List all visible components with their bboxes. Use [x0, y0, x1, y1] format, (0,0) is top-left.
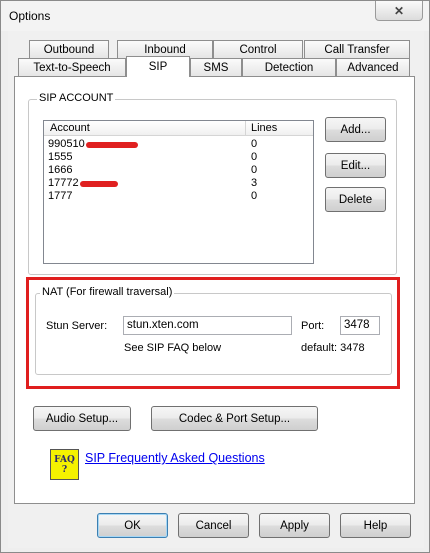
- lines-cell: 0: [251, 151, 258, 163]
- list-item[interactable]: 1666 0: [44, 164, 313, 177]
- edit-button[interactable]: Edit...: [325, 153, 386, 178]
- faq-icon[interactable]: FAQ ?: [50, 449, 79, 480]
- sip-account-group-label: SIP ACCOUNT: [37, 92, 116, 104]
- tab-label: SMS: [203, 62, 229, 74]
- tab-outbound[interactable]: Outbound: [29, 40, 109, 59]
- account-cell: 1777: [48, 190, 73, 202]
- lines-cell: 0: [251, 164, 258, 176]
- tab-label: Text-to-Speech: [33, 62, 111, 74]
- faq-icon-question-mark: ?: [61, 464, 68, 475]
- column-header-account[interactable]: Account: [44, 121, 246, 136]
- audio-setup-button[interactable]: Audio Setup...: [33, 406, 131, 431]
- list-header: Account Lines: [44, 121, 313, 136]
- add-button[interactable]: Add...: [325, 117, 386, 142]
- lines-cell: 0: [251, 190, 258, 202]
- tab-sip[interactable]: SIP: [126, 56, 190, 77]
- tab-advanced[interactable]: Advanced: [336, 58, 410, 77]
- tab-label: Advanced: [347, 62, 399, 74]
- redaction-mark: [80, 181, 118, 187]
- sip-account-list[interactable]: Account Lines 990510 0 1555 0 1666 0 177…: [43, 120, 314, 264]
- account-cell: 990510: [48, 138, 85, 150]
- button-label: Help: [363, 519, 388, 532]
- button-label: Cancel: [195, 519, 232, 532]
- account-cell: 1666: [48, 164, 73, 176]
- highlight-annotation: [26, 277, 400, 389]
- button-label: Audio Setup...: [45, 412, 119, 425]
- column-header-lines[interactable]: Lines: [247, 121, 309, 136]
- cancel-button[interactable]: Cancel: [178, 513, 249, 538]
- list-item[interactable]: 17772 3: [44, 177, 313, 190]
- button-label: Codec & Port Setup...: [178, 412, 291, 425]
- tab-label: Control: [239, 44, 277, 56]
- title-bar[interactable]: Options ✕: [1, 1, 429, 31]
- tab-detection[interactable]: Detection: [242, 58, 336, 77]
- tab-label: SIP: [148, 61, 168, 73]
- redaction-mark: [86, 142, 138, 148]
- tab-control[interactable]: Control: [213, 40, 303, 59]
- window-title: Options: [9, 9, 51, 23]
- close-icon: ✕: [393, 3, 405, 18]
- button-label: Delete: [338, 193, 373, 206]
- lines-cell: 3: [251, 177, 258, 189]
- tab-label: Inbound: [144, 44, 186, 56]
- sip-faq-link[interactable]: SIP Frequently Asked Questions: [85, 451, 265, 465]
- account-cell: 1555: [48, 151, 73, 163]
- account-cell: 17772: [48, 177, 79, 189]
- tab-text-to-speech[interactable]: Text-to-Speech: [18, 58, 126, 77]
- tab-label: Outbound: [43, 44, 95, 56]
- list-item[interactable]: 990510 0: [44, 138, 313, 151]
- button-label: Apply: [280, 519, 309, 532]
- list-item[interactable]: 1555 0: [44, 151, 313, 164]
- list-item[interactable]: 1777 0: [44, 190, 313, 203]
- faq-icon-text: FAQ: [54, 454, 75, 465]
- tab-call-transfer[interactable]: Call Transfer: [304, 40, 410, 59]
- button-label: Edit...: [340, 159, 371, 172]
- button-label: OK: [124, 519, 141, 532]
- delete-button[interactable]: Delete: [325, 187, 386, 212]
- button-label: Add...: [340, 123, 371, 136]
- close-button[interactable]: ✕: [375, 1, 423, 21]
- ok-button[interactable]: OK: [97, 513, 168, 538]
- codec-port-setup-button[interactable]: Codec & Port Setup...: [151, 406, 318, 431]
- tab-label: Call Transfer: [324, 44, 390, 56]
- tab-label: Detection: [264, 62, 314, 74]
- apply-button[interactable]: Apply: [259, 513, 330, 538]
- tab-sms[interactable]: SMS: [190, 58, 242, 77]
- help-button[interactable]: Help: [340, 513, 411, 538]
- lines-cell: 0: [251, 138, 258, 150]
